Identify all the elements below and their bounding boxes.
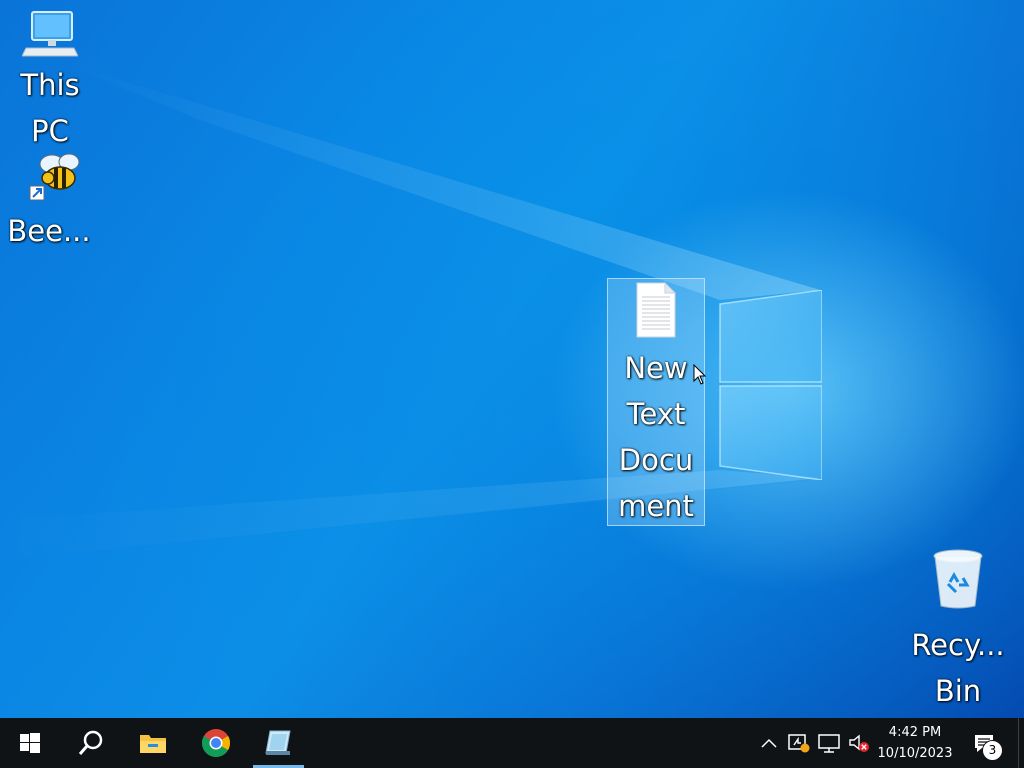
network-warning-icon xyxy=(788,734,810,753)
notification-count-badge: 3 xyxy=(982,740,1003,761)
mouse-cursor-icon xyxy=(693,364,707,385)
show-desktop-button[interactable] xyxy=(1018,718,1024,768)
wallpaper-light-beam xyxy=(0,60,820,560)
clock-time: 4:42 PM xyxy=(888,725,942,740)
text-document-icon xyxy=(636,281,677,338)
desktop-icon-label: Recy... Bin xyxy=(911,628,1005,708)
volume-muted-icon xyxy=(849,734,869,752)
desktop-icon-this-pc[interactable]: This PC xyxy=(8,8,92,154)
bee-icon xyxy=(29,153,80,201)
show-hidden-icons-button[interactable] xyxy=(758,730,780,756)
taskbar-clock[interactable]: 4:42 PM 10/10/2023 xyxy=(872,722,958,764)
search-button[interactable] xyxy=(63,718,119,768)
recycle-bin-icon xyxy=(933,549,983,609)
search-icon xyxy=(78,730,103,755)
desktop-icon-new-text-document[interactable]: New Text Document xyxy=(607,278,705,526)
desktop-icon-recycle-bin[interactable]: Recy... Bin xyxy=(908,548,1008,714)
start-button[interactable] xyxy=(0,718,60,768)
file-explorer-button[interactable] xyxy=(127,718,179,768)
display-button[interactable] xyxy=(816,730,842,756)
chrome-icon xyxy=(202,729,230,757)
network-status-button[interactable] xyxy=(786,730,812,756)
volume-button[interactable] xyxy=(846,730,872,756)
desktop[interactable]: This PC Bee... New Text Document Recy...… xyxy=(0,0,1024,718)
chrome-button[interactable] xyxy=(190,718,242,768)
chevron-up-icon xyxy=(761,738,777,748)
desktop-icon-label: New Text Document xyxy=(618,351,694,523)
desktop-icon-label: This PC xyxy=(20,68,80,148)
windows-start-icon xyxy=(20,733,40,753)
desktop-icon-bee[interactable]: Bee... xyxy=(2,148,96,254)
wallpaper-windows-logo xyxy=(719,290,822,480)
clock-date: 10/10/2023 xyxy=(877,746,953,761)
monitor-icon xyxy=(818,734,840,753)
taskbar: 4:42 PM 10/10/2023 xyxy=(0,718,1024,768)
notepad-app-icon xyxy=(264,730,291,755)
active-app-button[interactable] xyxy=(253,718,304,768)
desktop-icon-label: Bee... xyxy=(7,214,91,248)
computer-icon xyxy=(21,11,79,57)
folder-icon xyxy=(140,735,166,753)
